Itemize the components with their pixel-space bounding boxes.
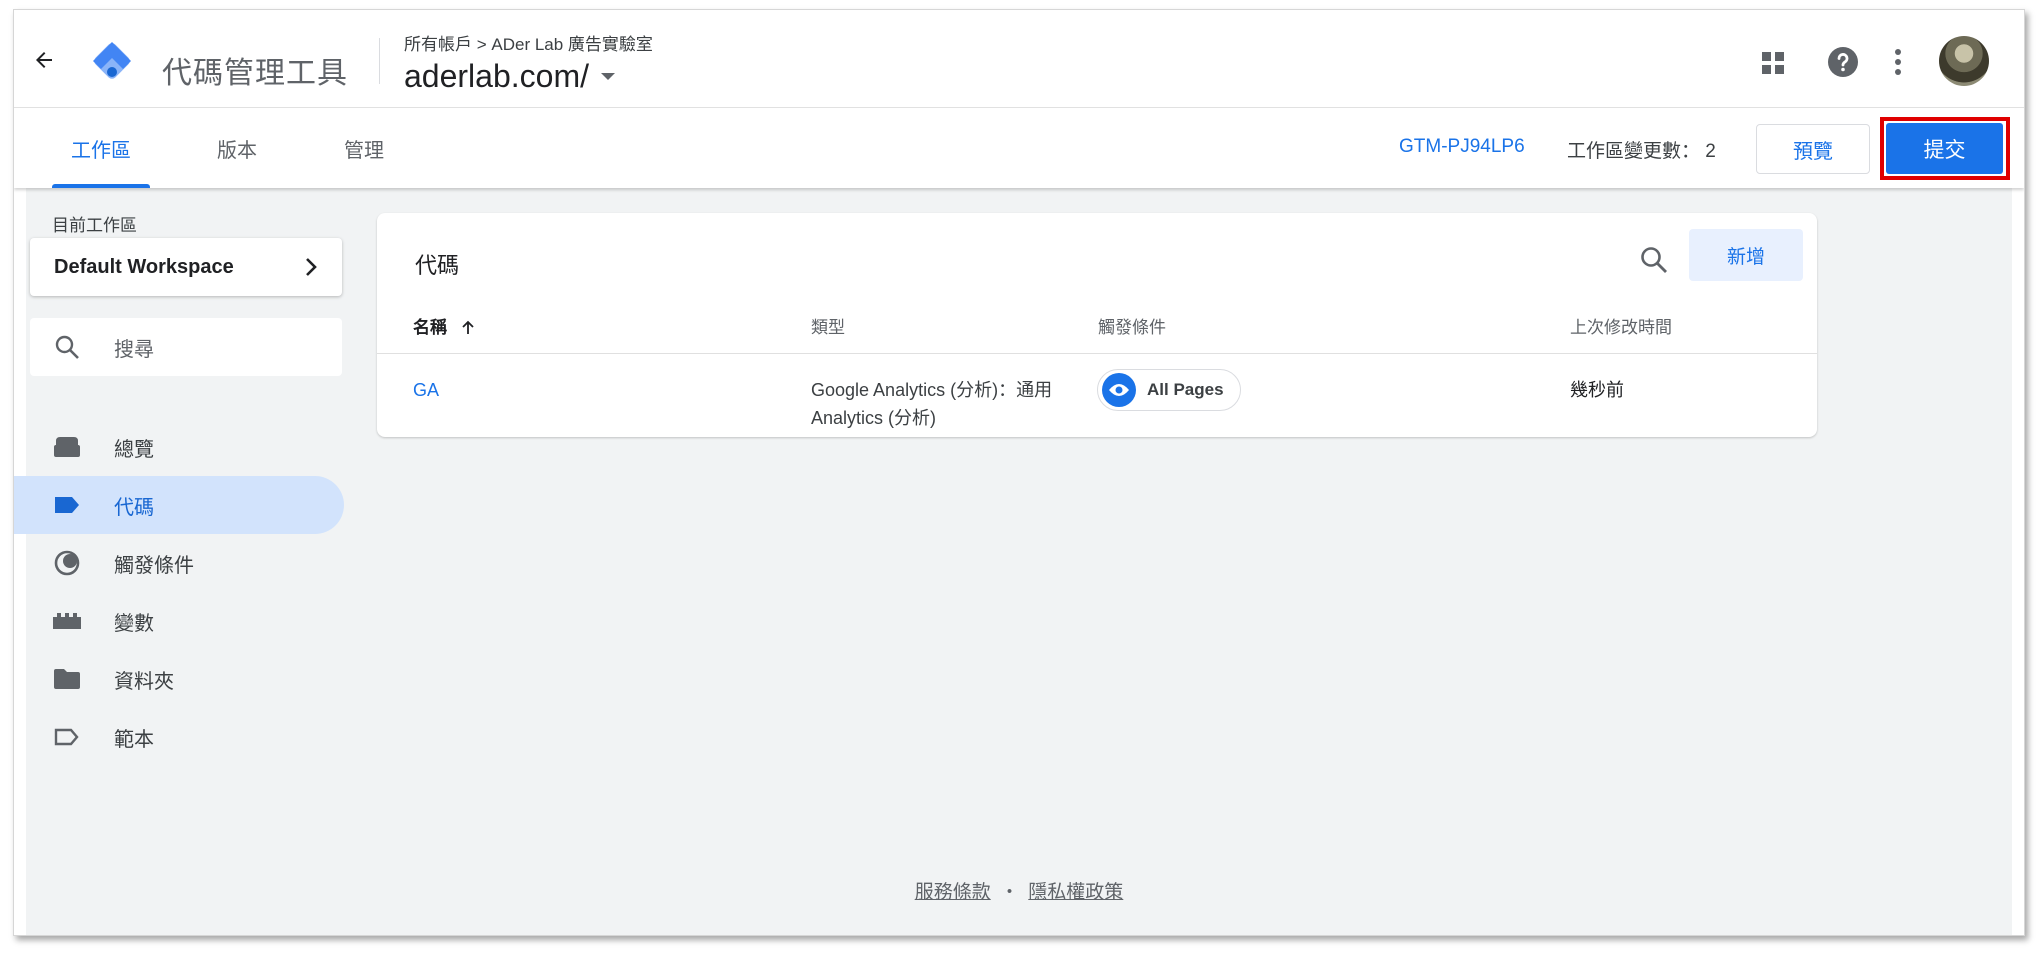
tag-modified-time: 幾秒前 bbox=[1570, 380, 1624, 400]
sidebar-item-folders[interactable]: 資料夾 bbox=[14, 650, 344, 708]
container-selector[interactable]: aderlab.com/ bbox=[404, 58, 615, 95]
sidebar-item-label: 代碼 bbox=[114, 496, 154, 519]
app-bar: 代碼管理工具 所有帳戶 > ADer Lab 廣告實驗室 aderlab.com… bbox=[14, 10, 2024, 108]
sidebar-item-triggers[interactable]: 觸發條件 bbox=[14, 534, 344, 592]
chevron-right-icon bbox=[306, 258, 317, 276]
eye-icon bbox=[1102, 373, 1136, 407]
preview-button[interactable]: 預覽 bbox=[1756, 124, 1870, 174]
back-arrow-icon[interactable] bbox=[32, 48, 56, 72]
apps-grid-icon[interactable] bbox=[1760, 50, 1786, 76]
search-icon bbox=[55, 335, 79, 359]
help-icon[interactable] bbox=[1827, 46, 1859, 78]
tag-icon bbox=[52, 490, 82, 520]
avatar[interactable] bbox=[1939, 36, 1989, 86]
header-divider bbox=[377, 353, 1817, 354]
column-header-trigger[interactable]: 觸發條件 bbox=[1098, 313, 1166, 338]
trigger-icon bbox=[52, 548, 82, 578]
briefcase-icon bbox=[52, 432, 82, 462]
search-icon[interactable] bbox=[1639, 245, 1669, 275]
sidebar-item-label: 變數 bbox=[114, 612, 154, 635]
sidebar-nav: 總覽 代碼 觸發條件 變數 資料夾 範本 bbox=[14, 418, 344, 766]
workspace-name: Default Workspace bbox=[54, 255, 234, 278]
container-name: aderlab.com/ bbox=[404, 58, 589, 94]
trigger-chip[interactable]: All Pages bbox=[1097, 369, 1241, 411]
sidebar-item-templates[interactable]: 範本 bbox=[14, 708, 344, 766]
breadcrumb[interactable]: 所有帳戶 > ADer Lab 廣告實驗室 bbox=[404, 30, 653, 55]
arrow-up-icon bbox=[462, 320, 474, 334]
new-tag-button[interactable]: 新增 bbox=[1689, 229, 1803, 281]
footer-separator: ・ bbox=[999, 882, 1019, 903]
workspace-selector[interactable]: Default Workspace bbox=[30, 238, 342, 296]
tab-versions[interactable]: 版本 bbox=[192, 108, 282, 188]
tab-workspace[interactable]: 工作區 bbox=[52, 108, 150, 188]
column-header-label: 名稱 bbox=[413, 318, 447, 337]
tag-type-line2: Analytics (分析) bbox=[811, 408, 937, 428]
product-title: 代碼管理工具 bbox=[162, 57, 348, 90]
tag-type-line1: Google Analytics (分析)：通用 bbox=[811, 380, 1053, 400]
sidebar-search[interactable]: 搜尋 bbox=[30, 318, 342, 376]
variables-icon bbox=[52, 606, 82, 636]
sidebar-item-variables[interactable]: 變數 bbox=[14, 592, 344, 650]
search-placeholder: 搜尋 bbox=[114, 338, 154, 361]
tags-card: 代碼 新增 名稱 類型 觸發條件 上次修改時間 GA Google Analyt… bbox=[377, 213, 1817, 437]
sidebar-item-label: 資料夾 bbox=[114, 670, 174, 693]
more-vert-icon[interactable] bbox=[1894, 48, 1902, 76]
workspace-changes: 工作區變更數： 2 bbox=[1567, 141, 1716, 162]
sidebar-item-label: 觸發條件 bbox=[114, 554, 194, 577]
sidebar-item-label: 範本 bbox=[114, 728, 154, 751]
container-id[interactable]: GTM-PJ94LP6 bbox=[1399, 136, 1525, 158]
column-header-name[interactable]: 名稱 bbox=[413, 313, 476, 338]
tag-name-link[interactable]: GA bbox=[413, 376, 439, 404]
chevron-down-icon bbox=[600, 73, 615, 80]
tab-bar: 工作區 版本 管理 GTM-PJ94LP6 工作區變更數： 2 預覽 提交 bbox=[14, 108, 2024, 188]
app-window: 代碼管理工具 所有帳戶 > ADer Lab 廣告實驗室 aderlab.com… bbox=[13, 9, 2025, 936]
tag-manager-logo-icon bbox=[93, 42, 131, 79]
title-divider bbox=[379, 38, 380, 84]
card-title: 代碼 bbox=[415, 253, 460, 278]
terms-link[interactable]: 服務條款 bbox=[915, 882, 991, 903]
column-header-type[interactable]: 類型 bbox=[811, 313, 845, 338]
trigger-chip-label: All Pages bbox=[1147, 380, 1224, 399]
sidebar-item-tags[interactable]: 代碼 bbox=[14, 476, 344, 534]
submit-button[interactable]: 提交 bbox=[1886, 123, 2003, 174]
privacy-link[interactable]: 隱私權政策 bbox=[1028, 882, 1123, 903]
template-icon bbox=[52, 722, 82, 752]
sidebar-item-overview[interactable]: 總覽 bbox=[14, 418, 344, 476]
folder-icon bbox=[52, 664, 82, 694]
footer: 服務條款 ・ 隱私權政策 bbox=[0, 877, 2038, 904]
current-workspace-label: 目前工作區 bbox=[52, 216, 137, 235]
tab-admin[interactable]: 管理 bbox=[319, 108, 409, 188]
column-header-modified[interactable]: 上次修改時間 bbox=[1570, 313, 1672, 338]
sidebar-item-label: 總覽 bbox=[114, 438, 154, 461]
